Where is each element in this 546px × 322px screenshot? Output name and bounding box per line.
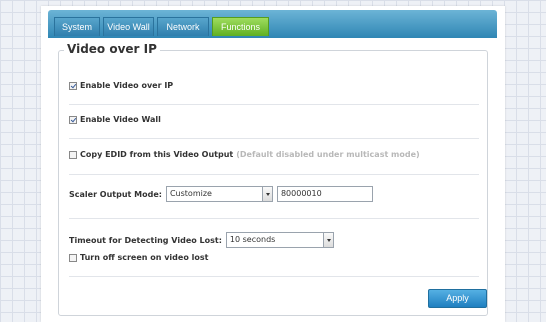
copy-edid-label: Copy EDID from this Video Output xyxy=(80,150,234,159)
copy-edid-row: Copy EDID from this Video Output (Defaul… xyxy=(69,150,420,159)
tab-network[interactable]: Network xyxy=(157,17,209,36)
divider xyxy=(69,218,479,219)
divider xyxy=(69,276,479,277)
scaler-output-select[interactable]: Customize xyxy=(165,186,273,202)
copy-edid-checkbox[interactable] xyxy=(69,150,77,159)
enable-video-wall-checkbox[interactable] xyxy=(69,115,77,124)
enable-video-over-ip-label: Enable Video over IP xyxy=(80,81,174,90)
divider xyxy=(69,174,479,175)
tab-functions[interactable]: Functions xyxy=(212,17,269,36)
chevron-down-icon xyxy=(322,233,333,247)
enable-video-over-ip-checkbox[interactable] xyxy=(69,81,77,90)
timeout-select[interactable]: 10 seconds xyxy=(225,232,334,248)
settings-page: System Video Wall Network Functions Vide… xyxy=(41,6,505,322)
tab-bar: System Video Wall Network Functions xyxy=(48,10,497,38)
scaler-output-selected: Customize xyxy=(169,189,212,198)
enable-video-wall-row: Enable Video Wall xyxy=(69,115,161,124)
enable-video-wall-label: Enable Video Wall xyxy=(80,115,161,124)
scaler-output-label: Scaler Output Mode: xyxy=(69,189,162,199)
timeout-row: Timeout for Detecting Video Lost: 10 sec… xyxy=(69,232,334,248)
divider xyxy=(69,104,479,105)
apply-button[interactable]: Apply xyxy=(428,289,487,308)
timeout-label: Timeout for Detecting Video Lost: xyxy=(69,235,222,245)
section-title: Video over IP xyxy=(64,42,160,56)
turn-off-screen-label: Turn off screen on video lost xyxy=(80,253,209,262)
scaler-output-row: Scaler Output Mode: Customize 80000010 xyxy=(69,186,373,202)
chevron-down-icon xyxy=(261,187,272,201)
scaler-value-input[interactable]: 80000010 xyxy=(276,186,373,202)
turn-off-screen-row: Turn off screen on video lost xyxy=(69,253,208,262)
turn-off-screen-checkbox[interactable] xyxy=(69,253,77,262)
tab-video-wall[interactable]: Video Wall xyxy=(103,17,154,36)
timeout-selected: 10 seconds xyxy=(229,235,276,244)
enable-video-over-ip-row: Enable Video over IP xyxy=(69,81,173,90)
video-over-ip-fieldset: Video over IP Enable Video over IP Enabl… xyxy=(58,42,488,316)
divider xyxy=(69,138,479,139)
tab-system[interactable]: System xyxy=(54,17,100,36)
copy-edid-note: (Default disabled under multicast mode) xyxy=(236,150,420,159)
